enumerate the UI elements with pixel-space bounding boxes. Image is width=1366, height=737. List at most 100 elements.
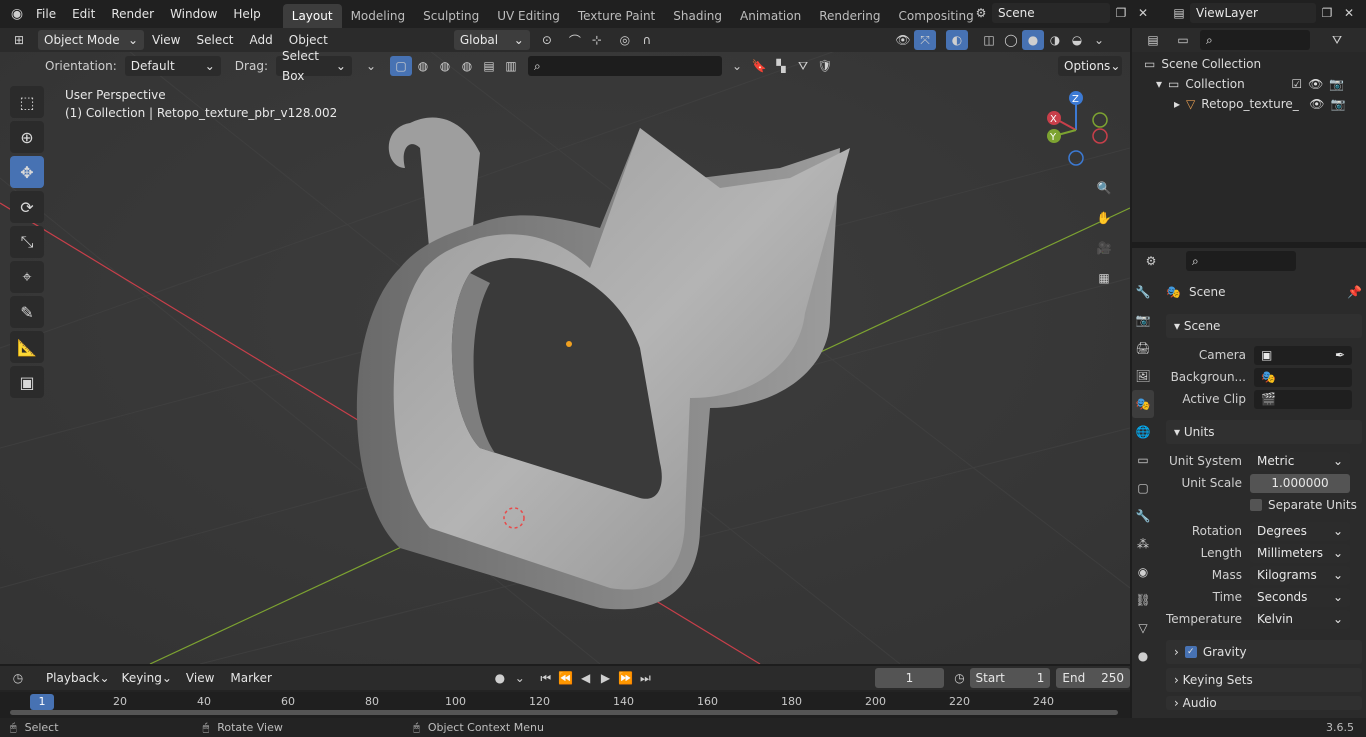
chevron-down-icon[interactable]: ⌄	[726, 56, 748, 76]
mass-dropdown[interactable]: Kilograms ⌄	[1250, 565, 1350, 585]
select-mode-icon[interactable]: ▢	[389, 56, 412, 76]
checkbox-icon[interactable]: ☑	[1291, 77, 1302, 91]
snap-target-icon[interactable]: ⊹	[586, 30, 608, 50]
shading-material-icon[interactable]: ◑	[1044, 30, 1066, 50]
header-menu-select[interactable]: Select	[188, 28, 241, 52]
filter-icon-2[interactable]: ◍	[434, 56, 456, 76]
physics-tab-icon[interactable]: ◉	[1132, 558, 1154, 586]
tab-compositing[interactable]: Compositing	[889, 4, 982, 28]
tab-animation[interactable]: Animation	[731, 4, 810, 28]
render-tab-icon[interactable]: 📷	[1132, 306, 1154, 334]
menu-render[interactable]: Render	[103, 0, 162, 28]
funnel-icon[interactable]: ⛛	[792, 56, 814, 76]
current-frame-field[interactable]: 1	[875, 668, 944, 688]
zoom-icon[interactable]: 🔍	[1093, 173, 1115, 203]
filter-icon-4[interactable]: ▤	[478, 56, 500, 76]
filter-icon-5[interactable]: ▥	[500, 56, 522, 76]
transform-orientation-dropdown[interactable]: Global ⌄	[453, 30, 530, 50]
filter-funnel-icon[interactable]: ⛛	[1326, 30, 1348, 50]
output-tab-icon[interactable]: 🖨	[1132, 334, 1154, 362]
rotate-tool-icon[interactable]: ⟳	[10, 191, 44, 223]
header-menu-add[interactable]: Add	[242, 28, 281, 52]
timeline-menu-view[interactable]: View	[178, 666, 222, 690]
menu-window[interactable]: Window	[162, 0, 225, 28]
viewlayer-tab-icon[interactable]: 🖼	[1132, 362, 1154, 390]
world-tab-icon[interactable]: 🌐	[1132, 418, 1154, 446]
collection-tab-icon[interactable]: ▭	[1132, 446, 1154, 474]
start-frame-field[interactable]: Start 1	[969, 668, 1051, 688]
jump-start-icon[interactable]: ⏮	[536, 668, 556, 688]
playback-dropdown[interactable]: Playback ⌄	[40, 668, 116, 688]
timeline-editor-icon[interactable]: ◷	[8, 668, 28, 688]
new-scene-icon[interactable]: ❐	[1110, 3, 1132, 23]
new-viewlayer-icon[interactable]: ❐	[1316, 3, 1338, 23]
annotate-tool-icon[interactable]: ✎	[10, 296, 44, 328]
particles-tab-icon[interactable]: ⁂	[1132, 530, 1154, 558]
shading-solid-icon[interactable]: ●	[1022, 30, 1044, 50]
gizmo-toggle-icon[interactable]: ⤧	[914, 30, 936, 50]
transform-tool-icon[interactable]: ⌖	[10, 261, 44, 293]
gravity-panel-header[interactable]: › ✓ Gravity	[1166, 640, 1362, 664]
eye-icon[interactable]: 👁	[1308, 77, 1323, 91]
play-icon[interactable]: ▶	[596, 668, 616, 688]
background-field[interactable]: 🎭	[1254, 367, 1352, 387]
overlay-toggle-icon[interactable]: ◐	[946, 30, 968, 50]
properties-search-input[interactable]: ⌕	[1186, 251, 1296, 271]
pivot-point-icon[interactable]: ⊙	[536, 30, 558, 50]
editor-type-icon[interactable]: ⊞	[8, 30, 30, 50]
snap-icon[interactable]: ⌒	[564, 30, 586, 50]
cursor-tool-icon[interactable]: ⊕	[10, 121, 44, 153]
unit-scale-field[interactable]: 1.000000	[1250, 473, 1350, 493]
chevron-right-icon[interactable]: ▸	[1174, 97, 1180, 111]
tool-tab-icon[interactable]: 🔧	[1132, 278, 1154, 306]
record-icon[interactable]: ●	[490, 668, 510, 688]
tab-sculpting[interactable]: Sculpting	[414, 4, 488, 28]
chevron-down-icon[interactable]: ▾	[1156, 77, 1162, 91]
mode-dropdown[interactable]: Object Mode ⌄	[38, 30, 144, 50]
scene-icon[interactable]: ⚙	[970, 3, 992, 23]
orientation-dropdown[interactable]: Default ⌄	[124, 56, 221, 76]
bookmark-icon[interactable]: 🔖	[748, 56, 770, 76]
viewlayer-field[interactable]: ViewLayer	[1190, 3, 1316, 23]
viewport-search-input[interactable]: ⌕	[527, 56, 722, 76]
prev-keyframe-icon[interactable]: ⏪	[556, 668, 576, 688]
measure-tool-icon[interactable]: 📐	[10, 331, 44, 363]
eye-icon[interactable]: 👁	[1309, 97, 1324, 111]
jump-end-icon[interactable]: ⏭	[635, 668, 655, 688]
time-dropdown[interactable]: Seconds ⌄	[1250, 587, 1350, 607]
keying-dropdown[interactable]: Keying ⌄	[116, 668, 178, 688]
camera-view-icon[interactable]: 🎥	[1093, 233, 1115, 263]
proportional-edit-icon[interactable]: ◎	[614, 30, 636, 50]
camera-field[interactable]: ▣ ✒	[1254, 345, 1352, 365]
play-reverse-icon[interactable]: ◀	[576, 668, 596, 688]
tab-shading[interactable]: Shading	[664, 4, 731, 28]
shading-rendered-icon[interactable]: ◒	[1066, 30, 1088, 50]
shield-icon[interactable]: 🛡	[814, 56, 836, 76]
keying-sets-panel-header[interactable]: › Keying Sets	[1166, 668, 1362, 692]
xray-icon[interactable]: ◫	[978, 30, 1000, 50]
filter-icon[interactable]: ◍	[412, 56, 434, 76]
separate-units-checkbox[interactable]	[1250, 499, 1262, 511]
object-tab-icon[interactable]: ▢	[1132, 474, 1154, 502]
layout-icon[interactable]: ▚	[770, 56, 792, 76]
length-dropdown[interactable]: Millimeters ⌄	[1250, 543, 1350, 563]
unit-system-dropdown[interactable]: Metric ⌄	[1250, 451, 1350, 471]
active-clip-field[interactable]: 🎬	[1254, 389, 1352, 409]
drag-dropdown[interactable]: Select Box ⌄	[275, 49, 352, 83]
audio-panel-header[interactable]: › Audio	[1166, 696, 1362, 710]
menu-file[interactable]: File	[28, 0, 64, 28]
end-frame-field[interactable]: End 250	[1056, 668, 1131, 688]
outliner-editor-icon[interactable]: ▤	[1142, 30, 1164, 50]
tab-uv-editing[interactable]: UV Editing	[488, 4, 569, 28]
temperature-dropdown[interactable]: Kelvin ⌄	[1250, 609, 1350, 629]
chevron-down-icon[interactable]: ⌄	[360, 56, 382, 76]
constraints-tab-icon[interactable]: ⛓	[1132, 586, 1154, 614]
scene-field[interactable]: Scene	[992, 3, 1110, 23]
shading-options-icon[interactable]: ⌄	[1088, 30, 1110, 50]
scale-tool-icon[interactable]: ⤡	[10, 226, 44, 258]
outliner-search-input[interactable]: ⌕	[1200, 30, 1310, 50]
scene-panel-header[interactable]: ▾ Scene	[1166, 314, 1362, 338]
outliner-collection-row[interactable]: ▾ ▭ Collection ☑ 👁 📷	[1132, 74, 1366, 94]
timeline-menu-marker[interactable]: Marker	[222, 666, 279, 690]
menu-edit[interactable]: Edit	[64, 0, 103, 28]
